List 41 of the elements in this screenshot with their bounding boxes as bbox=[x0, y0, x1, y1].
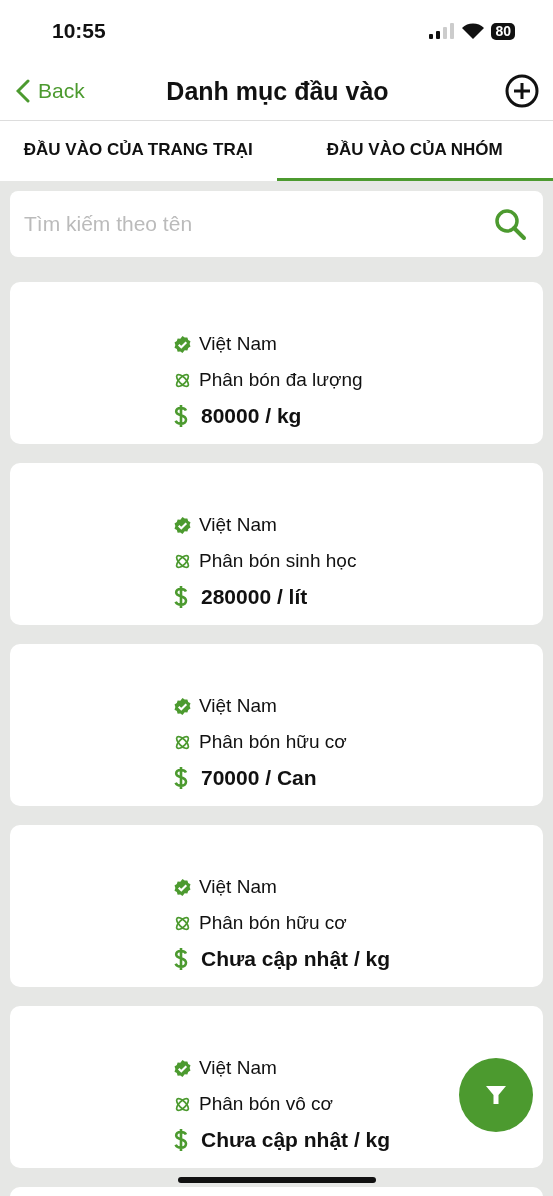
price-text: 70000 / Can bbox=[201, 766, 317, 790]
chevron-left-icon bbox=[16, 79, 30, 103]
verified-badge-icon bbox=[173, 515, 192, 535]
input-card[interactable]: Việt Nam Phân bón sinh học 280000 / lít bbox=[10, 463, 543, 625]
input-card[interactable]: Việt Nam Phân bón hữu cơ Chưa cập nhật / kg bbox=[10, 825, 543, 987]
search-icon[interactable] bbox=[493, 207, 527, 241]
page-title: Danh mục đầu vào bbox=[165, 76, 390, 106]
category-text: Phân bón hữu cơ bbox=[199, 912, 347, 934]
origin-text: Việt Nam bbox=[199, 514, 277, 536]
price-text: 80000 / kg bbox=[201, 404, 302, 428]
input-card[interactable]: Việt Nam Phân bón vô cơ Chưa cập nhật / kg bbox=[10, 1006, 543, 1168]
back-button[interactable]: Back bbox=[16, 79, 136, 103]
verified-badge-icon bbox=[173, 334, 192, 354]
price-text: Chưa cập nhật / kg bbox=[201, 1128, 391, 1152]
wifi-icon bbox=[462, 23, 485, 39]
search-field[interactable]: Tìm kiếm theo tên bbox=[10, 191, 543, 257]
dollar-icon bbox=[173, 1128, 189, 1152]
origin-text: Việt Nam bbox=[199, 876, 277, 898]
origin-text: Việt Nam bbox=[199, 695, 277, 717]
signal-icon bbox=[429, 23, 456, 39]
dollar-icon bbox=[173, 585, 189, 609]
dollar-icon bbox=[173, 766, 189, 790]
category-text: Phân bón hữu cơ bbox=[199, 731, 347, 753]
price-text: 280000 / lít bbox=[201, 585, 308, 609]
funnel-icon bbox=[485, 1084, 507, 1106]
verified-badge-icon bbox=[173, 696, 192, 716]
origin-text: Việt Nam bbox=[199, 333, 277, 355]
battery-level: 80 bbox=[491, 22, 515, 40]
verified-badge-icon bbox=[173, 877, 192, 897]
dollar-icon bbox=[173, 404, 189, 428]
status-time: 10:55 bbox=[52, 19, 106, 43]
category-text: Phân bón đa lượng bbox=[199, 369, 363, 391]
category-text: Phân bón vô cơ bbox=[199, 1093, 333, 1115]
input-card[interactable]: Việt Nam Phân bón hữu cơ 70000 / Can bbox=[10, 644, 543, 806]
category-text: Phân bón sinh học bbox=[199, 550, 357, 572]
origin-text: Việt Nam bbox=[199, 1057, 277, 1079]
verified-badge-icon bbox=[173, 1058, 192, 1078]
input-card[interactable]: Việt Nam Phân bón đa lượng 80000 / kg bbox=[10, 282, 543, 444]
dollar-icon bbox=[173, 947, 189, 971]
add-button-icon[interactable] bbox=[505, 74, 539, 108]
price-text: Chưa cập nhật / kg bbox=[201, 947, 391, 971]
